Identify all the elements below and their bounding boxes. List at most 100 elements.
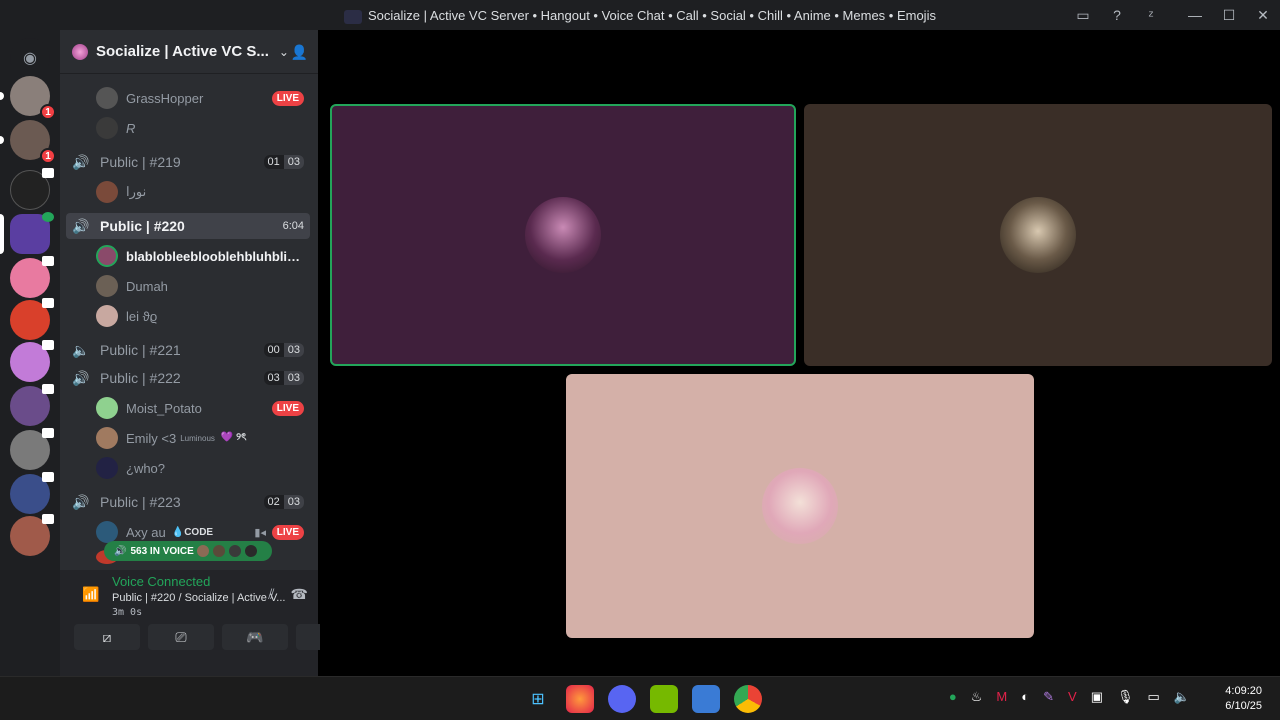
avatar bbox=[1000, 197, 1076, 273]
user-subtitle: Luminous bbox=[180, 433, 215, 443]
voice-connection-panel: 📶 Voice Connected Public | #220 / Social… bbox=[60, 570, 362, 676]
avatar bbox=[195, 544, 210, 558]
guild-icon-1[interactable]: 1 bbox=[10, 76, 56, 120]
voice-user[interactable]: R bbox=[96, 114, 310, 142]
user-tag: 💜 ୨ৎ bbox=[220, 431, 247, 443]
volume-icon[interactable]: 🔈 bbox=[1174, 689, 1190, 705]
voice-icon bbox=[42, 298, 54, 308]
avatar bbox=[96, 427, 118, 449]
voice-user[interactable]: ¿who? bbox=[96, 454, 310, 482]
guild-icon-8[interactable] bbox=[10, 384, 54, 426]
notepad-icon[interactable] bbox=[692, 685, 720, 713]
user-name: lei ϑϱ bbox=[126, 308, 158, 324]
nvidia-icon[interactable] bbox=[650, 685, 678, 713]
user-tag: 💧CODE bbox=[171, 526, 214, 538]
user-name: R bbox=[126, 120, 136, 136]
live-badge: LIVE bbox=[271, 90, 304, 106]
steam-icon[interactable]: ♨ bbox=[971, 689, 983, 705]
discord-icon[interactable] bbox=[608, 685, 636, 713]
voice-channel-222[interactable]: 🔊 Public | #222 03 03 bbox=[66, 365, 310, 391]
guild-icon-11[interactable] bbox=[10, 514, 54, 556]
voice-user[interactable]: Emily <3 Luminous 💜 ୨ৎ bbox=[96, 424, 310, 452]
participant-tile[interactable] bbox=[566, 374, 1034, 638]
speaker-icon: 🔊 bbox=[72, 493, 90, 510]
user-count-current: 01 bbox=[263, 155, 284, 169]
user-name: blablobleeblooblehbluhblible... bbox=[126, 248, 302, 264]
voice-icon bbox=[42, 256, 54, 266]
clock-date: 6/10/25 bbox=[1225, 700, 1262, 712]
minimize-button[interactable]: — bbox=[1178, 0, 1212, 30]
voice-channel-219[interactable]: 🔊 Public | #219 01 03 bbox=[66, 149, 310, 175]
in-voice-pill[interactable]: 🔊 563 IN VOICE bbox=[104, 541, 272, 561]
system-clock[interactable]: 4:09:20 6/10/25 bbox=[1225, 684, 1262, 714]
voice-icon bbox=[42, 384, 54, 394]
voice-channel-220[interactable]: 🔊 Public | #220 6:04 bbox=[66, 213, 310, 239]
voice-icon bbox=[42, 428, 54, 438]
sleep-icon[interactable]: ᶻ bbox=[1134, 0, 1168, 30]
voice-status[interactable]: Voice Connected bbox=[112, 574, 210, 589]
guild-icon-10[interactable] bbox=[10, 472, 54, 514]
user-name: Emily <3 bbox=[126, 430, 177, 446]
signal-icon[interactable]: 📶 bbox=[82, 586, 99, 603]
guild-icon-3[interactable] bbox=[10, 168, 54, 210]
app-m-icon[interactable]: M bbox=[996, 689, 1007, 705]
guild-icon-9[interactable] bbox=[10, 428, 54, 470]
activity-button[interactable]: 🎮 bbox=[222, 624, 288, 650]
voice-channel-path[interactable]: Public | #220 / Socialize | Active V... bbox=[112, 592, 285, 604]
chevron-down-icon[interactable]: ⌄ bbox=[279, 45, 289, 59]
valorant-icon[interactable]: V bbox=[1068, 689, 1077, 705]
firefox-icon[interactable] bbox=[566, 685, 594, 713]
selected-pill bbox=[0, 214, 4, 254]
help-icon[interactable]: ? bbox=[1100, 0, 1134, 30]
screen-share-button[interactable]: ⎚ bbox=[148, 624, 214, 650]
home-icon[interactable]: ◉ bbox=[10, 38, 50, 78]
live-badge: LIVE bbox=[271, 400, 304, 416]
gpu-icon[interactable]: ▣ bbox=[1091, 689, 1103, 705]
guild-icon-7[interactable] bbox=[10, 340, 54, 382]
voice-user[interactable]: blablobleeblooblehbluhblible... bbox=[96, 242, 310, 270]
network-icon[interactable]: ▭ bbox=[1148, 689, 1160, 705]
user-count-current: 03 bbox=[263, 371, 284, 385]
windows-start-icon[interactable]: ⊞ bbox=[524, 685, 552, 713]
camera-icon: ▮◂ bbox=[254, 526, 266, 539]
user-count: 03 03 bbox=[263, 371, 304, 385]
close-button[interactable]: ✕ bbox=[1246, 0, 1280, 30]
pen-icon[interactable]: ✎ bbox=[1043, 689, 1054, 705]
voice-user[interactable]: GrassHopper LIVE bbox=[96, 84, 310, 112]
voice-user[interactable]: lei ϑϱ bbox=[96, 302, 310, 330]
channel-name: Public | #221 bbox=[100, 342, 181, 358]
app-tray-icon[interactable]: ◐ bbox=[1021, 689, 1029, 705]
channel-name: Public | #222 bbox=[100, 370, 181, 386]
add-user-icon[interactable]: 👤 bbox=[291, 44, 308, 61]
avatar bbox=[243, 544, 258, 558]
avatar bbox=[96, 245, 118, 267]
disconnect-icon[interactable]: ☎ bbox=[291, 586, 308, 603]
maximize-button[interactable]: ☐ bbox=[1212, 0, 1246, 30]
server-header[interactable]: Socialize | Active VC S... ⌄ 👤 bbox=[60, 30, 318, 74]
guild-icon-5[interactable] bbox=[10, 256, 54, 298]
mic-icon[interactable]: 🎙 bbox=[1117, 689, 1134, 705]
guild-icon-socialize[interactable] bbox=[10, 212, 54, 254]
speaker-icon: 🔊 bbox=[72, 369, 90, 386]
guild-icon-2[interactable]: 1 bbox=[10, 120, 56, 164]
participant-tile[interactable] bbox=[804, 104, 1272, 366]
chrome-icon[interactable] bbox=[734, 685, 762, 713]
channel-name: Public | #219 bbox=[100, 154, 181, 170]
noise-suppression-icon[interactable]: ⫽ bbox=[268, 586, 274, 603]
participant-tile[interactable] bbox=[330, 104, 796, 366]
voice-channel-223[interactable]: 🔊 Public | #223 02 03 bbox=[66, 489, 310, 515]
inbox-icon[interactable]: ▭ bbox=[1066, 0, 1100, 30]
camera-off-button[interactable]: ⧄ bbox=[74, 624, 140, 650]
user-count-limit: 03 bbox=[283, 371, 304, 385]
voice-channel-221[interactable]: 🔈 Public | #221 00 03 bbox=[66, 337, 310, 363]
speaker-icon: 🔊 bbox=[114, 545, 127, 557]
voice-user[interactable]: Moist_Potato LIVE bbox=[96, 394, 310, 422]
server-name: Socialize | Active VC S... bbox=[96, 43, 269, 60]
voice-user[interactable]: Dumah bbox=[96, 272, 310, 300]
avatar bbox=[96, 457, 118, 479]
voice-user[interactable]: نورا bbox=[96, 178, 310, 206]
guild-icon-6[interactable] bbox=[10, 298, 54, 340]
voice-icon bbox=[42, 514, 54, 524]
channel-timer: 6:04 bbox=[282, 220, 304, 232]
status-dot-icon[interactable]: ● bbox=[949, 689, 957, 705]
